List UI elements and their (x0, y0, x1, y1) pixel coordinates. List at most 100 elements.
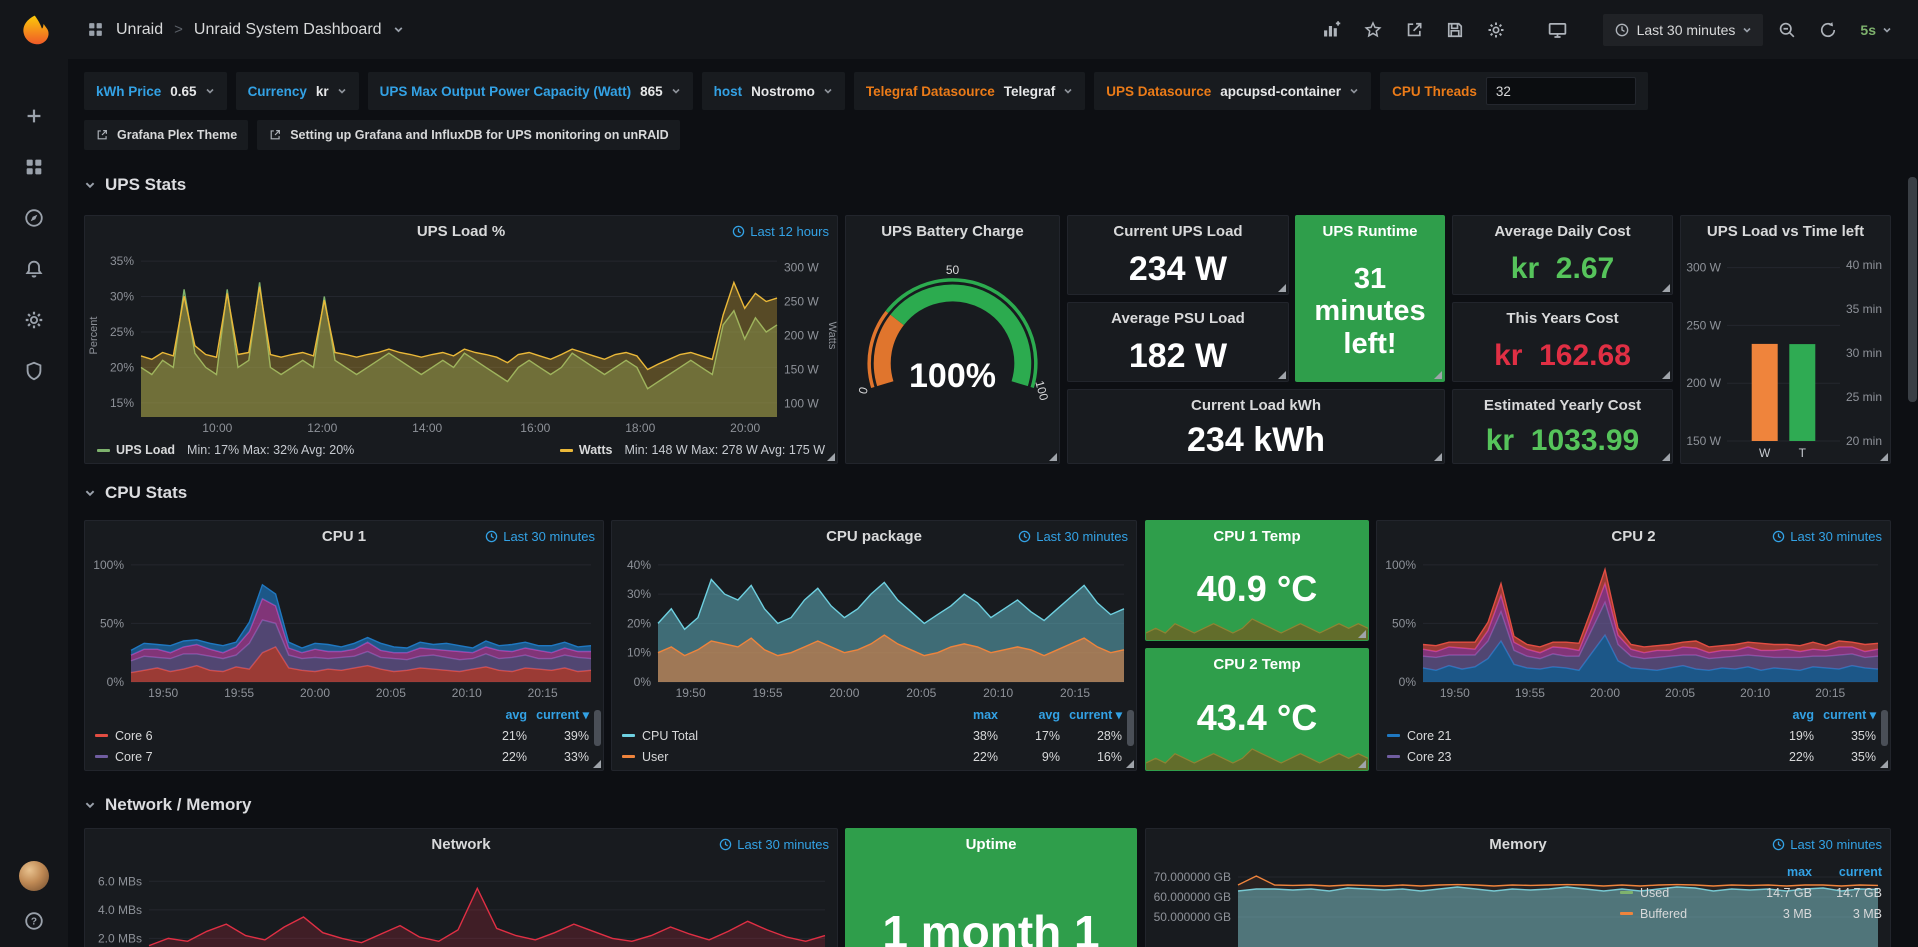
dashboard-settings-button[interactable] (1479, 14, 1513, 46)
legend-header-row: avgcurrent ▾ (95, 704, 589, 725)
panel-resize-handle[interactable] (1277, 283, 1287, 293)
legend-row[interactable]: Buffered3 MB3 MB (1620, 903, 1882, 924)
panel-resize-handle[interactable] (1357, 759, 1367, 769)
legend-row[interactable]: Core 2119%35% (1387, 725, 1876, 746)
refresh-interval-picker[interactable]: 5s (1852, 14, 1900, 46)
cpu1-chart[interactable]: 0%50%100%19:5019:5520:0020:0520:1020:15 (85, 551, 603, 702)
panel-title[interactable]: Average PSU Load (1111, 310, 1245, 327)
panel-resize-handle[interactable] (1879, 452, 1889, 462)
legend-row[interactable]: Core 621%39% (95, 725, 589, 746)
grafana-logo[interactable] (18, 14, 50, 46)
panel-resize-handle[interactable] (1433, 452, 1443, 462)
variable-value-dropdown[interactable]: kr (316, 84, 347, 99)
add-panel-button[interactable] (1315, 14, 1349, 46)
series-color-marker (1387, 734, 1400, 737)
panel-resize-handle[interactable] (1357, 629, 1367, 639)
dashboard-link[interactable]: Grafana Plex Theme (84, 120, 248, 150)
legend-scrollbar[interactable] (594, 710, 601, 746)
legend-column-header[interactable]: avg (998, 708, 1060, 722)
legend-column-header[interactable]: avg (1752, 708, 1814, 722)
sidebar-item-server-admin[interactable] (22, 359, 46, 383)
time-range-picker[interactable]: Last 30 minutes (1603, 14, 1764, 46)
legend-column-header[interactable]: current ▾ (527, 707, 589, 722)
panel-title[interactable]: Memory (1489, 836, 1547, 853)
share-icon (1404, 20, 1424, 40)
panel-title[interactable]: Uptime (966, 836, 1017, 853)
panel-resize-handle[interactable] (1125, 759, 1135, 769)
dashboard-link[interactable]: Setting up Grafana and InfluxDB for UPS … (257, 120, 679, 150)
chevron-down-icon[interactable] (393, 24, 404, 35)
panel-title[interactable]: CPU 1 Temp (1213, 528, 1300, 545)
star-button[interactable] (1356, 14, 1390, 46)
sidebar-item-dashboards[interactable] (22, 155, 46, 179)
cpu2-chart[interactable]: 0%50%100%19:5019:5520:0020:0520:1020:15 (1377, 551, 1890, 702)
legend-column-header[interactable]: max (936, 708, 998, 722)
panel-title[interactable]: UPS Runtime (1322, 223, 1417, 240)
legend-row[interactable]: User22%9%16% (622, 746, 1122, 767)
panel-title[interactable]: UPS Battery Charge (881, 223, 1024, 240)
zoom-out-time-button[interactable] (1770, 14, 1804, 46)
dashboard-content: kWh Price 0.65 Currency kr UPS Max Outpu… (68, 59, 1918, 947)
panel-resize-handle[interactable] (1277, 370, 1287, 380)
legend-scrollbar[interactable] (1881, 710, 1888, 746)
section-header-ups-stats[interactable]: UPS Stats (84, 175, 186, 195)
sidebar-item-configuration[interactable] (22, 308, 46, 332)
panel-title[interactable]: Current Load kWh (1191, 397, 1321, 414)
cpu-threads-input[interactable] (1486, 77, 1636, 105)
legend-scrollbar[interactable] (1127, 710, 1134, 746)
breadcrumb-title[interactable]: Unraid System Dashboard (194, 21, 382, 39)
sidebar-item-alerting[interactable] (22, 257, 46, 281)
panel-title[interactable]: Estimated Yearly Cost (1484, 397, 1641, 414)
panel-title[interactable]: CPU 2 Temp (1213, 656, 1300, 673)
legend-column-header[interactable]: current (1812, 865, 1882, 879)
cycle-view-mode-button[interactable] (1541, 14, 1575, 46)
refresh-button[interactable] (1811, 14, 1845, 46)
save-button[interactable] (1438, 14, 1472, 46)
sidebar-item-create[interactable] (22, 104, 46, 128)
panel-resize-handle[interactable] (592, 759, 602, 769)
variable-value-dropdown[interactable]: Nostromo (751, 84, 833, 99)
share-button[interactable] (1397, 14, 1431, 46)
panel-resize-handle[interactable] (1048, 452, 1058, 462)
legend-column-header[interactable]: current ▾ (1814, 707, 1876, 722)
sidebar-item-help[interactable]: ? (22, 909, 46, 933)
legend-row[interactable]: Used14.7 GB14.7 GB (1620, 882, 1882, 903)
variable-value-dropdown[interactable]: apcupsd-container (1220, 84, 1359, 99)
panel-title[interactable]: Network (431, 836, 490, 853)
user-avatar[interactable] (19, 861, 49, 891)
network-chart[interactable]: 2.0 MBs4.0 MBs6.0 MBs (85, 859, 837, 947)
legend-column-header[interactable]: current ▾ (1060, 707, 1122, 722)
panel-resize-handle[interactable] (1661, 370, 1671, 380)
panel-title[interactable]: UPS Load % (417, 223, 505, 240)
panel-title[interactable]: CPU 2 (1611, 528, 1655, 545)
section-header-network-memory[interactable]: Network / Memory (84, 795, 251, 815)
legend-row[interactable]: Core 722%33% (95, 746, 589, 767)
panel-title[interactable]: CPU package (826, 528, 922, 545)
variable-value-dropdown[interactable]: Telegraf (1004, 84, 1074, 99)
ups-load-chart[interactable]: 15%20%25%30%35%100 W150 W200 W250 W300 W… (85, 246, 837, 437)
variable-value-dropdown[interactable]: 865 (640, 84, 681, 99)
panel-resize-handle[interactable] (1433, 370, 1443, 380)
panel-title[interactable]: UPS Load vs Time left (1707, 223, 1864, 240)
sidebar-item-explore[interactable] (22, 206, 46, 230)
legend-row[interactable]: CPU Total38%17%28% (622, 725, 1122, 746)
panel-resize-handle[interactable] (826, 452, 836, 462)
breadcrumb-folder[interactable]: Unraid (116, 21, 163, 39)
svg-text:20:15: 20:15 (1815, 686, 1845, 700)
panel-title[interactable]: This Years Cost (1506, 310, 1618, 327)
panel-resize-handle[interactable] (1661, 452, 1671, 462)
legend-item[interactable]: UPS LoadMin: 17% Max: 32% Avg: 20% (97, 443, 354, 457)
legend-row[interactable]: Core 2322%35% (1387, 746, 1876, 767)
legend-column-header[interactable]: max (1742, 865, 1812, 879)
page-scrollbar-thumb[interactable] (1908, 177, 1917, 402)
panel-title[interactable]: CPU 1 (322, 528, 366, 545)
section-header-cpu-stats[interactable]: CPU Stats (84, 483, 187, 503)
panel-title[interactable]: Current UPS Load (1113, 223, 1242, 240)
panel-resize-handle[interactable] (1661, 283, 1671, 293)
legend-item[interactable]: WattsMin: 148 W Max: 278 W Avg: 175 W (560, 443, 825, 457)
cpu-package-chart[interactable]: 0%10%20%30%40%19:5019:5520:0020:0520:102… (612, 551, 1136, 702)
panel-resize-handle[interactable] (1879, 759, 1889, 769)
variable-value-dropdown[interactable]: 0.65 (170, 84, 214, 99)
panel-title[interactable]: Average Daily Cost (1494, 223, 1630, 240)
legend-column-header[interactable]: avg (465, 708, 527, 722)
